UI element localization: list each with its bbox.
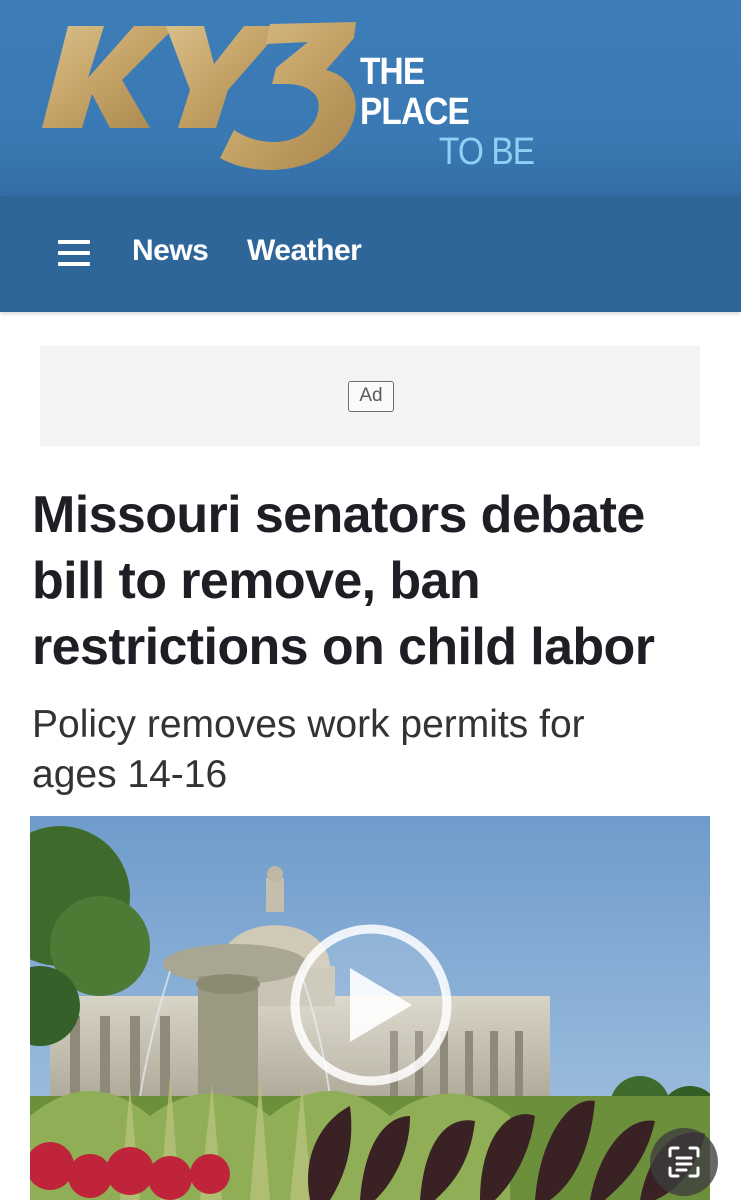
nav-item-news[interactable]: News xyxy=(132,234,209,268)
site-tagline: THE PLACE TO BE xyxy=(360,51,535,173)
nav-item-weather[interactable]: Weather xyxy=(247,234,362,268)
play-button[interactable] xyxy=(288,922,454,1088)
article-subheadline: Policy removes work permits for ages 14-… xyxy=(32,700,712,800)
tagline-line-2: TO BE xyxy=(438,131,535,173)
headline-line: restrictions on child labor xyxy=(32,618,655,676)
headline-line: Missouri senators debate xyxy=(32,486,645,544)
scan-text-icon xyxy=(668,1146,700,1178)
subheadline-line: ages 14-16 xyxy=(32,753,228,796)
ad-label: Ad xyxy=(348,381,394,412)
scan-text-button[interactable] xyxy=(650,1128,718,1196)
headline-line: bill to remove, ban xyxy=(32,552,481,610)
nav-bar xyxy=(0,196,741,312)
article-headline: Missouri senators debate bill to remove,… xyxy=(32,482,722,680)
subheadline-line: Policy removes work permits for xyxy=(32,703,585,746)
ky3-logo[interactable] xyxy=(38,18,358,178)
hamburger-menu-icon[interactable] xyxy=(58,240,90,266)
tagline-line-1: THE PLACE xyxy=(360,51,470,133)
